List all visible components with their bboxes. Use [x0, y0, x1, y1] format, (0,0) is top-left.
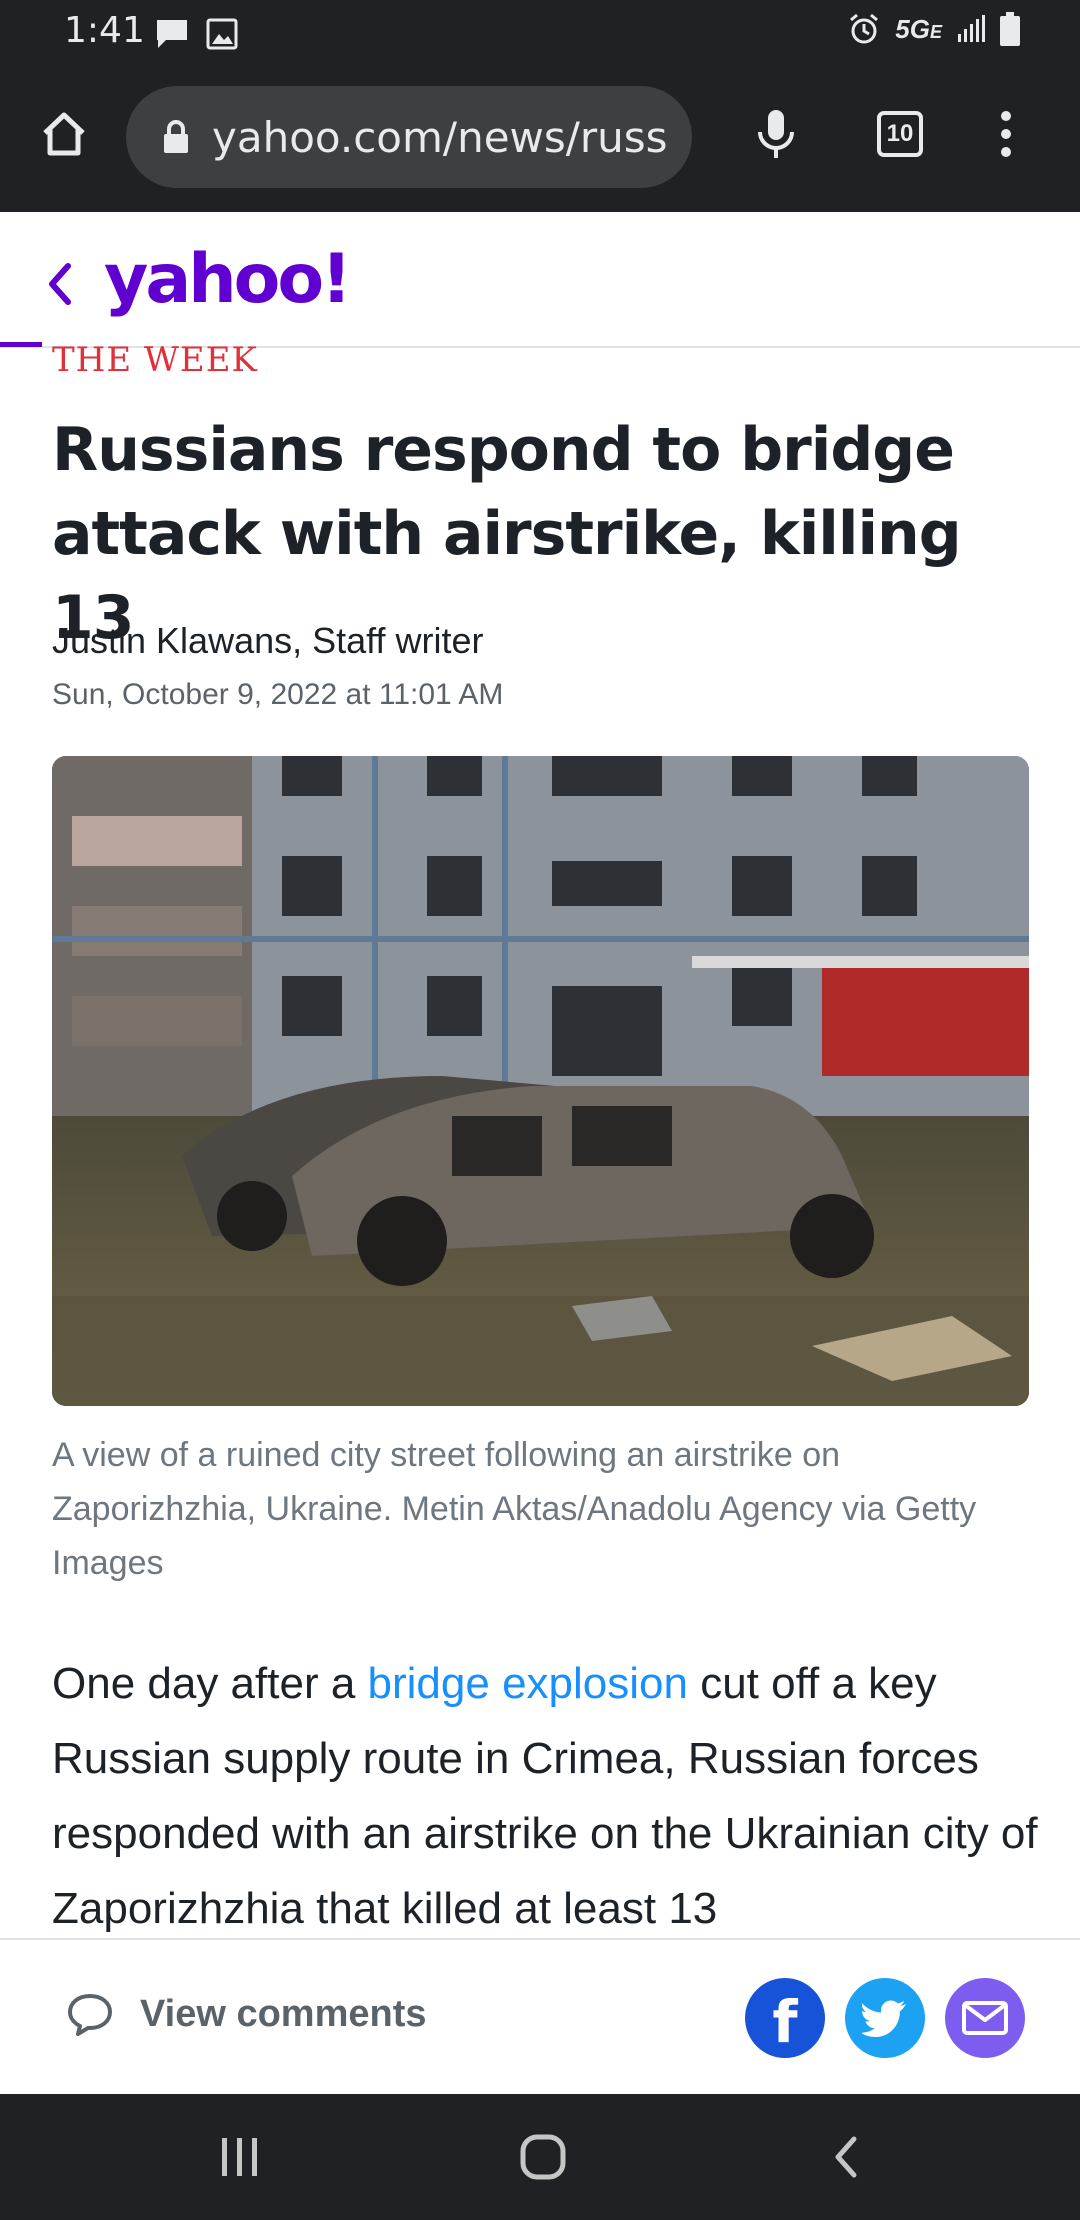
battery-icon [1000, 12, 1020, 46]
bridge-explosion-link[interactable]: bridge explosion [368, 1659, 688, 1708]
browser-toolbar: yahoo.com/news/russ 10 [0, 64, 1080, 212]
scroll-progress [0, 342, 42, 347]
hero-photo [52, 756, 1029, 1406]
menu-button[interactable] [970, 98, 1042, 170]
recent-apps-button[interactable] [200, 2122, 280, 2192]
author-byline: Justin Klawans, Staff writer [52, 620, 484, 661]
share-twitter-button[interactable] [845, 1978, 925, 2058]
mic-icon [758, 110, 794, 158]
status-right: 5GE [847, 12, 1020, 46]
tab-count: 10 [886, 120, 914, 147]
article-body: One day after a bridge explosion cut off… [52, 1646, 1042, 1946]
share-mail-button[interactable] [945, 1978, 1025, 2058]
home-icon [43, 112, 85, 156]
lock-icon [164, 120, 188, 153]
twitter-icon [862, 2000, 906, 2037]
url-text: yahoo.com/news/russ [212, 112, 668, 162]
recent-apps-icon [222, 2138, 257, 2176]
publisher-name[interactable]: THE WEEK [52, 340, 258, 380]
system-nav-bar [0, 2094, 1080, 2220]
tabs-button[interactable]: 10 [864, 98, 936, 170]
image-caption: A view of a ruined city street following… [52, 1436, 977, 1582]
view-comments-label: View comments [140, 1992, 427, 2035]
share-facebook-button[interactable]: f [745, 1978, 825, 2058]
mail-icon [962, 2001, 1008, 2035]
network-label: 5GE [895, 13, 942, 44]
status-bar: 1:41 5GE [0, 0, 1080, 64]
site-header: yahoo! [0, 212, 1080, 348]
home-button[interactable] [28, 98, 100, 170]
voice-search-button[interactable] [740, 98, 812, 170]
more-icon [1001, 111, 1011, 157]
signal-icon [958, 15, 985, 42]
comment-bubble-icon [68, 1994, 112, 2036]
tabs-icon: 10 [877, 111, 923, 157]
engagement-bar: View comments f [0, 1938, 1080, 2094]
image-icon [206, 18, 238, 50]
alarm-icon [850, 13, 879, 44]
back-nav-button[interactable] [806, 2122, 886, 2192]
status-time: 1:41 [64, 10, 145, 51]
body-text-lead: One day after a [52, 1659, 368, 1708]
back-chevron-icon [49, 263, 71, 305]
back-icon [835, 2136, 857, 2178]
address-bar[interactable]: yahoo.com/news/russ [126, 86, 692, 188]
publish-date: Sun, October 9, 2022 at 11:01 AM [52, 678, 504, 711]
home-nav-button[interactable] [503, 2122, 583, 2192]
yahoo-logo[interactable]: yahoo! [104, 240, 352, 319]
view-comments-button[interactable]: View comments [66, 1992, 427, 2036]
back-button[interactable] [34, 254, 84, 314]
article-hero-image[interactable] [52, 756, 1029, 1406]
home-circle-icon [520, 2134, 566, 2180]
facebook-icon: f [772, 1988, 798, 2056]
message-icon [157, 20, 187, 48]
